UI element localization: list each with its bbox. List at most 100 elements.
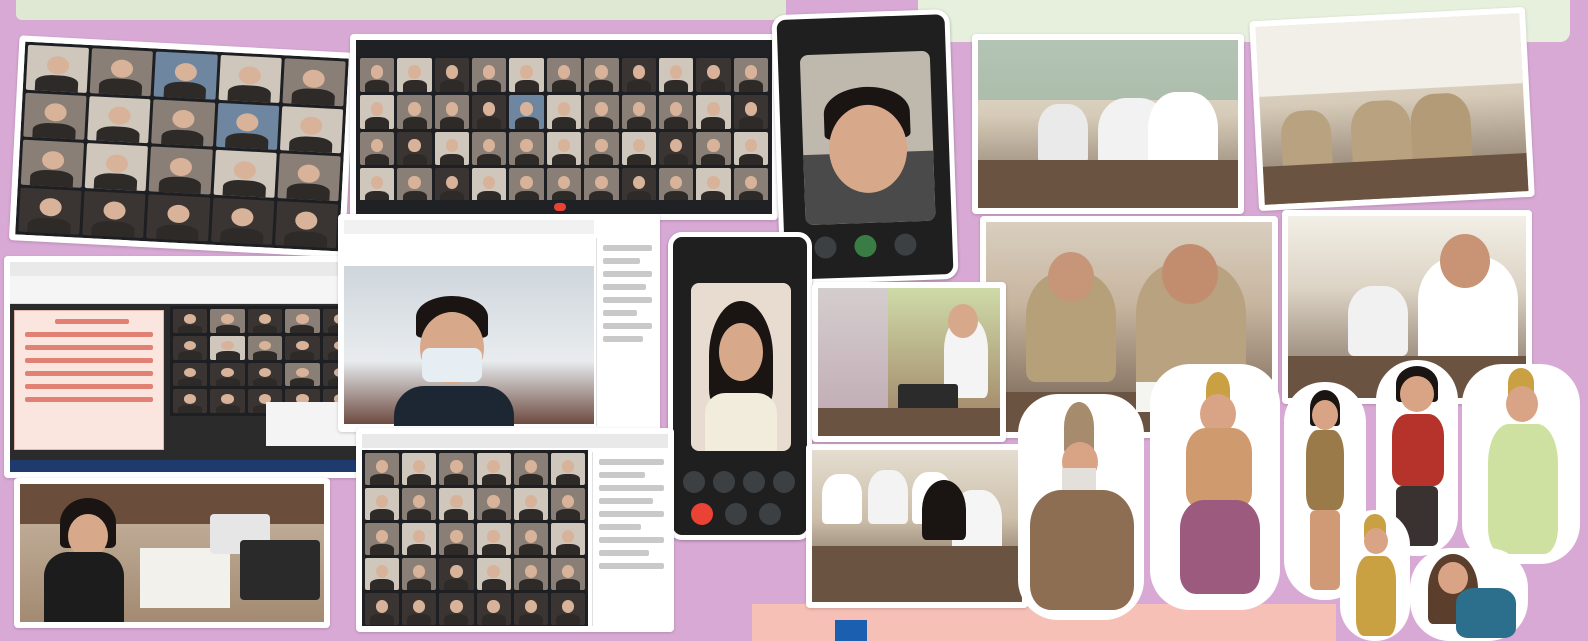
- chat-message-line: [603, 271, 652, 277]
- participant-tile: [621, 131, 656, 166]
- participant-tile: [25, 44, 90, 93]
- mic-icon: [725, 503, 747, 525]
- banner-left-text: [96, 0, 616, 12]
- participant-tile: [247, 335, 283, 360]
- participant-tile: [434, 94, 470, 129]
- participant-tile: [247, 309, 283, 333]
- chat-message-line: [599, 550, 650, 556]
- participant-tile: [153, 51, 218, 100]
- participant-tile: [472, 131, 507, 166]
- participant-tile: [513, 488, 548, 520]
- participant-tile: [550, 488, 585, 520]
- participant-tile: [476, 593, 511, 625]
- participant-tile: [476, 453, 511, 485]
- photo-teacher-office: [812, 282, 1006, 442]
- participant-tile: [173, 335, 208, 360]
- more-icon: [894, 233, 917, 257]
- photo-phone-call-girl: [668, 232, 812, 540]
- photo-meet-grid-bottom: [356, 428, 674, 632]
- mermaid-figure: [1410, 548, 1528, 641]
- participant-tile: [584, 131, 619, 166]
- participant-tile: [87, 95, 151, 144]
- participant-tile: [733, 168, 768, 202]
- participant-tile: [476, 558, 511, 590]
- participant-tile: [173, 309, 208, 333]
- participant-tile: [360, 168, 395, 202]
- participant-tile: [397, 94, 432, 129]
- photo-slide-presentation: [4, 256, 366, 478]
- phone-status-bar: [777, 14, 946, 40]
- participant-tile: [621, 168, 656, 202]
- bottom-accent-block: [835, 620, 867, 641]
- participant-tile: [439, 488, 474, 520]
- camera-icon: [683, 471, 705, 493]
- participant-tile: [439, 523, 474, 555]
- participant-tile: [509, 94, 544, 129]
- participant-tile: [476, 488, 511, 520]
- photo-masked-student-call: [338, 214, 660, 432]
- participant-tile: [621, 58, 656, 92]
- participant-tile: [733, 58, 768, 92]
- participant-tile: [550, 558, 585, 590]
- participant-tile: [546, 94, 582, 129]
- participant-tile: [213, 149, 277, 198]
- chat-message-line: [603, 336, 643, 342]
- participant-tile: [279, 105, 344, 154]
- participant-tile: [733, 94, 768, 129]
- chat-message-line: [599, 524, 642, 530]
- participant-tile: [550, 523, 585, 555]
- participant-tile: [658, 131, 694, 166]
- participant-tile: [472, 168, 507, 202]
- participant-tile: [439, 558, 474, 590]
- participant-tile: [210, 362, 245, 387]
- mic-icon: [713, 471, 735, 493]
- participant-tile: [365, 523, 400, 555]
- camera-icon: [814, 236, 837, 259]
- participant-tile: [360, 131, 395, 166]
- participant-tile: [513, 453, 548, 485]
- participant-tile: [546, 58, 582, 92]
- participant-tile: [476, 523, 511, 555]
- participant-tile: [151, 98, 215, 147]
- more-icon: [743, 471, 765, 493]
- participant-tile: [402, 593, 437, 625]
- photo-meet-grid-top: [350, 34, 778, 220]
- participant-tile: [89, 48, 154, 96]
- participant-tile: [434, 168, 470, 202]
- participant-tile: [434, 58, 470, 92]
- participant-tile: [360, 94, 395, 129]
- participant-tile: [285, 309, 320, 333]
- participant-tile: [247, 362, 283, 387]
- chat-message-line: [603, 297, 652, 303]
- participant-tile: [513, 523, 548, 555]
- presentation-slide: [14, 310, 164, 450]
- participant-tile: [173, 389, 208, 413]
- chat-message-line: [603, 258, 640, 264]
- participant-tile: [584, 94, 619, 129]
- more-icon: [759, 503, 781, 525]
- participant-tile: [365, 488, 400, 520]
- participant-tile: [402, 488, 437, 520]
- participant-tile: [285, 362, 320, 387]
- end-call-icon: [691, 503, 713, 525]
- participant-tile: [402, 558, 437, 590]
- participant-tile: [513, 593, 548, 625]
- participant-tile: [210, 335, 245, 360]
- participant-tile: [365, 593, 400, 625]
- participant-tile: [546, 168, 582, 202]
- chat-message-line: [599, 511, 664, 517]
- chat-message-line: [599, 498, 653, 504]
- participant-tile: [439, 453, 474, 485]
- participant-tile: [149, 146, 213, 195]
- participant-tile: [402, 453, 437, 485]
- end-call-icon: [554, 203, 566, 211]
- participant-tile: [397, 58, 432, 92]
- participant-tile: [550, 453, 585, 485]
- chat-message-line: [599, 485, 664, 491]
- chat-message-line: [599, 459, 664, 465]
- participant-tile: [277, 153, 341, 201]
- participant-tile: [513, 558, 548, 590]
- camera-icon: [773, 471, 795, 493]
- participant-tile: [84, 143, 149, 191]
- cutout-group: [1010, 360, 1588, 641]
